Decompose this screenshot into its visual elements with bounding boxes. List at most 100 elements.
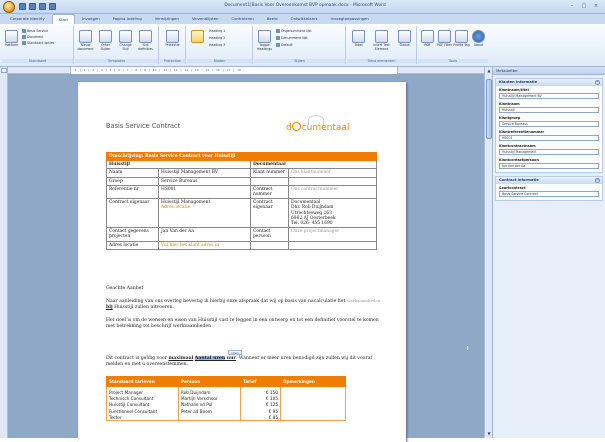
row-value[interactable]: Ons klantnummer xyxy=(288,168,377,178)
pdf-filter-button[interactable]: PDF Filter xyxy=(436,30,453,48)
insert-text-element-button[interactable]: Insert Text Element xyxy=(373,30,390,51)
about-button[interactable]: About xyxy=(470,30,487,48)
numbered-list-icon xyxy=(276,36,280,40)
other-stijlen-button[interactable]: Other Stijlen xyxy=(97,30,114,51)
row-value[interactable]: HS001 xyxy=(158,184,251,200)
row-label[interactable]: Referentie nr xyxy=(106,184,159,200)
logo-wordmark: d cumentaal xyxy=(286,122,350,133)
heading-3-button[interactable]: Heading 3 xyxy=(209,43,225,47)
platform-button[interactable]: Platform xyxy=(3,30,20,48)
tab-controleren[interactable]: Controleren xyxy=(226,14,260,24)
nieuw-document-button[interactable]: Nieuw document xyxy=(77,30,94,51)
tab-verzendlijsten[interactable]: Verzendlijsten xyxy=(186,14,225,24)
contract-table[interactable]: Omschrijving: Basis Service Contract voo… xyxy=(106,151,377,250)
row-label[interactable]: Contact gegevens projecten xyxy=(106,227,159,242)
office-button[interactable] xyxy=(3,1,15,13)
tab-ontwikkelaars[interactable]: Ontwikkelaars xyxy=(285,14,324,24)
paragraph-3[interactable]: Dit contract is geldig voor maximaal Aan… xyxy=(106,356,386,368)
rates-header-persoon[interactable]: Persoon xyxy=(178,376,241,387)
stijl-definities-button[interactable]: Stijl definities xyxy=(137,30,154,51)
section-header[interactable]: Contract informatie ^ xyxy=(496,177,602,184)
row-label[interactable]: Naam xyxy=(106,168,159,178)
vertical-scrollbar[interactable]: ▲ ▼ xyxy=(484,67,492,438)
section-header[interactable]: Klanten Informatie ^ xyxy=(496,79,602,86)
klantcontactpersoon-field[interactable]: Jan Van der Aa xyxy=(499,163,599,169)
row-value[interactable]: Huisstijl Management Adres locatie xyxy=(158,198,251,229)
tabel-button[interactable]: Tabel xyxy=(350,30,367,48)
row-label[interactable]: Contract eigenaar xyxy=(106,198,159,229)
genummerd-lijst-button[interactable]: Genummerd lijst xyxy=(276,36,308,40)
row-label[interactable] xyxy=(250,240,289,250)
rates-table[interactable]: Standaard tarieven Persoon Tarief Opmerk… xyxy=(106,376,346,422)
tab-invoegen[interactable]: Invoegen xyxy=(76,14,106,24)
row-value[interactable]: Vul hier het klant adres in xyxy=(158,240,251,250)
klantnaam-field[interactable]: Huisstijl xyxy=(499,107,599,113)
undo-icon[interactable] xyxy=(29,3,36,10)
heading-2-button[interactable]: Heading 2 xyxy=(209,36,225,40)
tab-invoegtoepassingen[interactable]: Invoegtoepassingen xyxy=(324,14,374,24)
protectie-button[interactable]: Protectie xyxy=(164,30,181,48)
tab-pagina-indeling[interactable]: Pagina-indeling xyxy=(107,14,148,24)
save-icon[interactable] xyxy=(19,3,26,10)
aantal-uren-content-control[interactable]: Aantal uren xyxy=(194,356,226,361)
row-label[interactable]: Contract nummer xyxy=(250,184,289,200)
document-button[interactable]: Document xyxy=(22,35,44,39)
tab-start[interactable]: Start xyxy=(51,14,76,24)
row-value[interactable]: Service Bureaus xyxy=(158,176,251,186)
row-value[interactable]: Documentaal Dhr. Rob Duijndam Utrechtsew… xyxy=(288,198,377,229)
section-left-header[interactable]: Huisstijl xyxy=(106,160,251,170)
rates-header-tarief[interactable]: Tarief xyxy=(240,376,281,387)
vertical-ruler[interactable] xyxy=(0,67,8,438)
section-right-header[interactable]: Documentaal xyxy=(250,160,377,170)
contract-table-header[interactable]: Omschrijving: Basis Service Contract voo… xyxy=(106,151,377,162)
standaard-opties-button[interactable]: Standaard opties xyxy=(22,41,54,45)
selected-style-button[interactable] xyxy=(189,30,206,44)
row-label[interactable]: Groep xyxy=(106,176,159,186)
row-label[interactable] xyxy=(250,176,289,186)
basis-service-button[interactable]: Basis Service xyxy=(22,29,48,33)
change-stijl-button[interactable]: Change Stijl xyxy=(117,30,134,51)
row-label[interactable]: Adres locatie xyxy=(106,240,159,250)
klantnaam-titel-field[interactable]: Huisstijl Management BV xyxy=(499,93,599,99)
werkzaamheden-content-control[interactable]: Werkzaamheden xyxy=(347,298,381,303)
klantreferentienummer-field[interactable]: HS001 xyxy=(499,135,599,141)
default-button[interactable]: Default xyxy=(276,43,293,47)
row-value[interactable]: Jan Van der Aa xyxy=(158,227,251,242)
tab-beeld[interactable]: Beeld xyxy=(261,14,284,24)
tab-verwijzingen[interactable]: Verwijzingen xyxy=(149,14,185,24)
klantcontractnaam-field[interactable]: Huisstijl Management xyxy=(499,149,599,155)
row-label[interactable]: Contact persoon xyxy=(250,227,289,242)
document-title[interactable]: Basis Service Contract xyxy=(106,122,180,130)
close-button[interactable]: × xyxy=(591,2,601,10)
tab-corporate-identity[interactable]: Corporate Identity xyxy=(4,14,51,24)
soortcontract-field[interactable]: Basis Service Contract xyxy=(499,191,599,197)
profile-tag-button[interactable]: Profile Tag xyxy=(453,30,470,48)
row-value[interactable] xyxy=(288,176,377,186)
toggle-headings-button[interactable]: Toggle Headings xyxy=(256,30,273,51)
rates-header-opmerkingen[interactable]: Opmerkingen xyxy=(280,376,346,387)
greeting-paragraph[interactable]: Geachte Aanhef xyxy=(106,286,386,292)
ongenummerd-lijst-button[interactable]: Ongenummerd lijst xyxy=(276,29,312,33)
minimize-button[interactable]: – xyxy=(567,2,577,10)
klantgroep-field[interactable]: Service Bureaus xyxy=(499,121,599,127)
row-value[interactable]: Huisstijl Management BV xyxy=(158,168,251,178)
customize-icon[interactable] xyxy=(49,3,56,10)
row-label[interactable]: Klant nummer xyxy=(250,168,289,178)
heading-1-button[interactable]: Heading 1 xyxy=(209,29,225,33)
row-value[interactable]: Onze projectmanager xyxy=(288,227,377,242)
rates-header-tarieven[interactable]: Standaard tarieven xyxy=(106,376,179,387)
row-label[interactable]: Contract eigenaar xyxy=(250,198,289,229)
paragraph-2[interactable]: Het doel is om de wensen en eisen van Hu… xyxy=(106,318,386,330)
redo-icon[interactable] xyxy=(39,3,46,10)
collapse-icon[interactable]: ^ xyxy=(595,80,600,85)
tab-selector[interactable] xyxy=(1,68,7,73)
status-button[interactable]: Status xyxy=(396,30,413,48)
horizontal-ruler-page[interactable]: · 1 · | · 2 · | · 3 · | · 4 · | · 5 · | … xyxy=(70,67,398,74)
document-page[interactable]: Basis Service Contract d cumentaal Omschr… xyxy=(78,82,406,442)
row-value[interactable] xyxy=(288,240,377,250)
collapse-icon[interactable]: ^ xyxy=(595,178,600,183)
maximize-button[interactable]: □ xyxy=(579,2,589,10)
paragraph-1[interactable]: Naar aanleiding van ons overleg bevestig… xyxy=(106,298,386,311)
row-value[interactable]: Ons contractnummer xyxy=(288,184,377,200)
pdf-button[interactable]: PDF xyxy=(419,30,436,48)
